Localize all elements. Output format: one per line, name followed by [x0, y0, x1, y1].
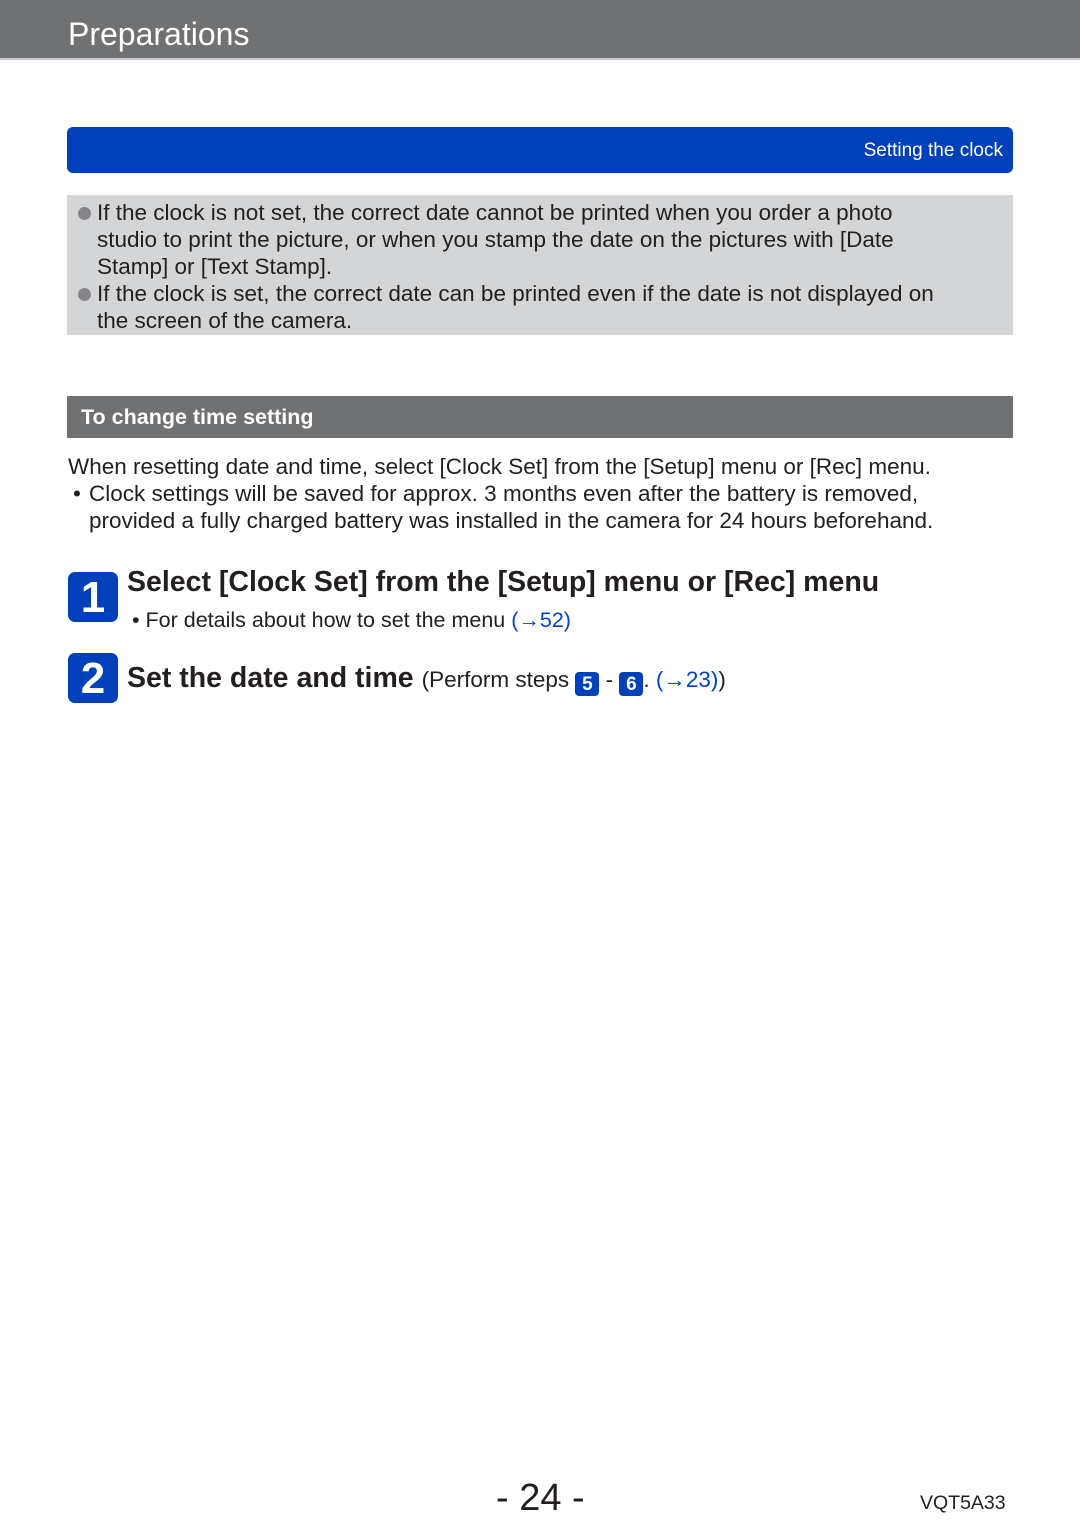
step-1-note-text: For details about how to set the menu [145, 608, 512, 632]
step-2-separator: - [599, 667, 620, 692]
chapter-title: Preparations [68, 16, 250, 52]
subsection-intro: When resetting date and time, select [Cl… [68, 454, 931, 479]
step-2-suffix: ) [718, 667, 726, 692]
step-2-instruction: (Perform steps 5 - 6. (→23)) [421, 667, 726, 696]
bullet-dot-icon [78, 288, 91, 301]
document-code: VQT5A33 [920, 1492, 1006, 1514]
step-1-note: • For details about how to set the menu … [132, 607, 571, 633]
chapter-header: Preparations [0, 0, 1080, 60]
step-2-prefix: (Perform steps [421, 667, 576, 692]
bullet-dot-icon [78, 207, 91, 220]
step-2-period: . [643, 667, 656, 692]
note-item: If the clock is set, the correct date ca… [78, 280, 997, 334]
subsection-header: To change time setting [67, 396, 1013, 438]
subsection-title: To change time setting [81, 405, 314, 429]
detail-line: provided a fully charged battery was ins… [89, 508, 934, 533]
note-line: the screen of the camera. [97, 308, 353, 333]
detail-line: Clock settings will be saved for approx.… [89, 481, 919, 506]
page-link-23[interactable]: (→23) [656, 667, 719, 692]
note-line: studio to print the picture, or when you… [97, 227, 894, 252]
detail-text: Clock settings will be saved for approx.… [89, 480, 933, 534]
note-line: If the clock is set, the correct date ca… [97, 281, 934, 306]
step-2-line: Set the date and time (Perform steps 5 -… [127, 661, 726, 697]
note-line: Stamp] or [Text Stamp]. [97, 254, 333, 279]
page-link-52[interactable]: (→52) [511, 608, 571, 632]
note-item: If the clock is not set, the correct dat… [78, 199, 997, 280]
bullet-icon: • [132, 608, 140, 632]
step-2-title: Set the date and time [127, 662, 414, 694]
step-1-title: Select [Clock Set] from the [Setup] menu… [127, 566, 880, 598]
page-number: - 24 - [496, 1477, 585, 1519]
step-2-badge: 2 [68, 653, 118, 703]
section-tab: Setting the clock [67, 127, 1013, 173]
bullet-icon: • [73, 481, 81, 506]
step-5-badge: 5 [575, 672, 600, 696]
step-6-badge: 6 [619, 672, 644, 696]
note-box: If the clock is not set, the correct dat… [67, 195, 1013, 335]
step-1-badge: 1 [68, 572, 118, 622]
note-line: If the clock is not set, the correct dat… [97, 200, 893, 225]
section-tab-label: Setting the clock [863, 140, 1003, 161]
